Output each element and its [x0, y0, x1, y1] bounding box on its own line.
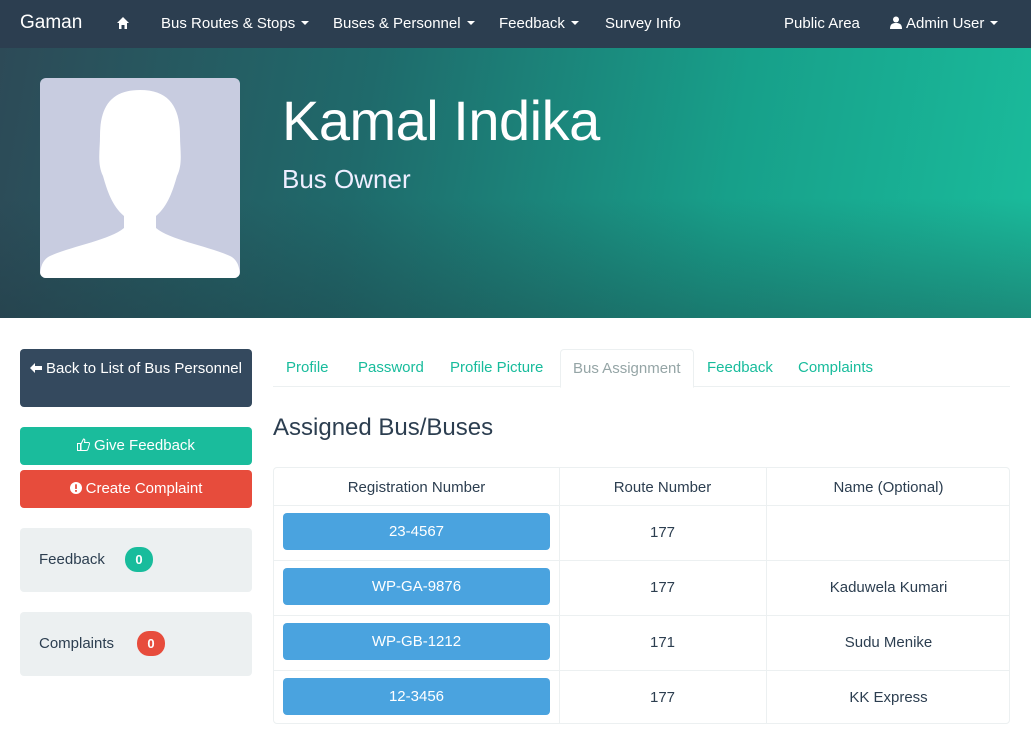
tab-complaints[interactable]: Complaints — [798, 349, 873, 387]
tab-password[interactable]: Password — [358, 349, 424, 387]
nav-feedback-label: Feedback — [499, 15, 565, 32]
assigned-buses-title: Assigned Bus/Buses — [273, 414, 494, 441]
default-avatar-silhouette — [40, 90, 240, 278]
tab-bus-assignment[interactable]: Bus Assignment — [560, 349, 694, 388]
avatar — [40, 78, 240, 278]
row-divider — [274, 560, 1009, 561]
nav-buses-personnel-label: Buses & Personnel — [333, 15, 461, 32]
thumbs-up-icon — [77, 438, 91, 451]
back-to-list-button[interactable]: Back to List of Bus Personnel — [20, 349, 252, 407]
profile-tabs: Profile Password Profile Picture Bus Ass… — [273, 349, 1010, 388]
brand-link[interactable]: Gaman — [20, 12, 82, 34]
give-feedback-button[interactable]: Give Feedback — [20, 427, 252, 465]
complaints-count-panel: Complaints 0 — [20, 612, 252, 676]
arrow-left-icon — [30, 363, 43, 373]
profile-name: Kamal Indika — [282, 89, 600, 152]
home-icon[interactable] — [116, 16, 130, 30]
nav-survey-info[interactable]: Survey Info — [605, 15, 681, 32]
column-header-registration: Registration Number — [347, 479, 486, 496]
complaints-count-badge: 0 — [137, 631, 165, 656]
feedback-count-panel: Feedback 0 — [20, 528, 252, 592]
row-divider — [274, 615, 1009, 616]
caret-down-icon — [570, 21, 579, 26]
route-cell: 171 — [649, 634, 676, 651]
admin-user-label: Admin User — [906, 15, 985, 32]
exclamation-circle-icon — [69, 482, 82, 494]
tab-feedback[interactable]: Feedback — [707, 349, 773, 387]
registration-button[interactable]: WP-GB-1212 — [283, 623, 550, 660]
nav-admin-user[interactable]: Admin User — [890, 15, 999, 32]
registration-button[interactable]: WP-GA-9876 — [283, 568, 550, 605]
create-complaint-button[interactable]: Create Complaint — [20, 470, 252, 508]
caret-down-icon — [990, 21, 999, 26]
tab-profile-picture[interactable]: Profile Picture — [450, 349, 543, 387]
row-divider — [274, 670, 1009, 671]
top-navbar: Gaman Bus Routes & Stops Buses & Personn… — [0, 0, 1031, 48]
nav-buses-personnel[interactable]: Buses & Personnel — [333, 15, 475, 32]
registration-button[interactable]: 23-4567 — [283, 513, 550, 550]
assigned-buses-table: Registration Number Route Number Name (O… — [273, 467, 1010, 724]
route-cell: 177 — [649, 689, 676, 706]
route-cell: 177 — [649, 579, 676, 596]
create-complaint-label: Create Complaint — [85, 480, 203, 497]
nav-feedback[interactable]: Feedback — [499, 15, 579, 32]
tab-profile[interactable]: Profile — [286, 349, 329, 387]
registration-button[interactable]: 12-3456 — [283, 678, 550, 715]
nav-public-area[interactable]: Public Area — [784, 15, 860, 32]
nav-bus-routes-stops[interactable]: Bus Routes & Stops — [161, 15, 310, 32]
back-button-label: Back to List of Bus Personnel — [46, 360, 242, 377]
name-cell: KK Express — [849, 689, 928, 706]
profile-role: Bus Owner — [282, 164, 411, 194]
column-header-name: Name (Optional) — [833, 479, 944, 496]
user-icon — [890, 16, 902, 29]
give-feedback-label: Give Feedback — [94, 437, 195, 454]
route-cell: 177 — [649, 524, 676, 541]
caret-down-icon — [301, 21, 310, 26]
complaints-count-label: Complaints — [39, 635, 115, 652]
row-divider — [274, 505, 1009, 506]
nav-bus-routes-label: Bus Routes & Stops — [161, 15, 296, 32]
caret-down-icon — [466, 21, 475, 26]
feedback-count-badge: 0 — [125, 547, 153, 572]
column-header-route: Route Number — [613, 479, 712, 496]
name-cell: Sudu Menike — [844, 634, 933, 651]
name-cell: Kaduwela Kumari — [829, 579, 948, 596]
feedback-count-label: Feedback — [39, 551, 105, 568]
profile-header: Kamal Indika Bus Owner — [0, 48, 1031, 318]
